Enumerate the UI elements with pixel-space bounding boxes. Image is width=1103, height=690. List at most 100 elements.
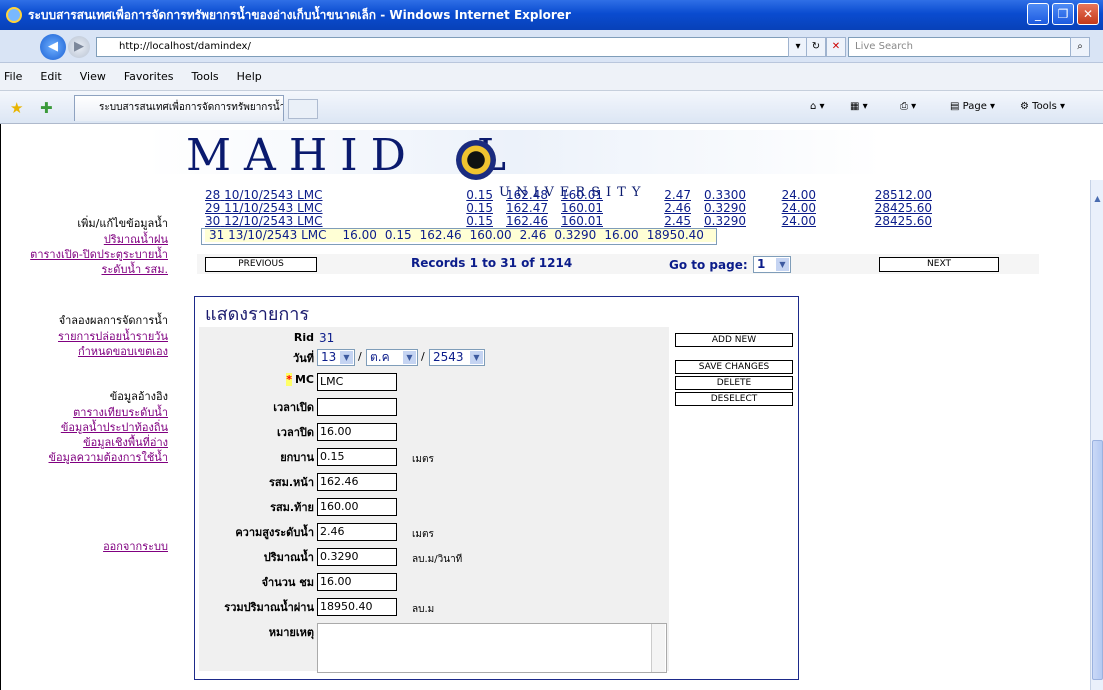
down-input[interactable]: 160.00 <box>317 498 397 516</box>
sidebar-head-reference: ข้อมูลอ้างอิง <box>109 390 168 403</box>
rid-label: Rid <box>293 331 314 344</box>
cell-no: 30 <box>205 214 221 228</box>
cell-total: 28425.60 <box>874 214 932 228</box>
height-unit: เมตร <box>412 529 434 540</box>
page-scrollbar[interactable]: ▲ <box>1090 180 1103 690</box>
menu-view[interactable]: View <box>80 70 106 83</box>
down-label: รสม.ท้าย <box>270 501 314 514</box>
forward-button[interactable]: ▶ <box>68 36 90 58</box>
record-form: แสดงรายการ Rid 31 วันที่ 13 ▼ / ต.ค ▼ / 25… <box>194 296 799 680</box>
menu-file[interactable]: File <box>4 70 22 83</box>
close-input[interactable]: 16.00 <box>317 423 397 441</box>
print-icon[interactable]: ⎙ ▾ <box>900 101 916 112</box>
menu-help[interactable]: Help <box>237 70 262 83</box>
height-input[interactable]: 2.46 <box>317 523 397 541</box>
search-input[interactable]: Live Search <box>848 37 1076 57</box>
menu-favorites[interactable]: Favorites <box>124 70 174 83</box>
date-sep: / <box>421 350 425 363</box>
open-input[interactable] <box>317 398 397 416</box>
page-menu-label: Page <box>962 101 987 112</box>
delete-button[interactable]: DELETE <box>675 376 793 390</box>
hours-input[interactable]: 16.00 <box>317 573 397 591</box>
scroll-thumb[interactable] <box>1092 440 1103 680</box>
date-sep: / <box>358 350 362 363</box>
month-select-value: ต.ค <box>370 350 390 364</box>
cell-close <box>406 202 461 215</box>
sidebar-item-logout[interactable]: ออกจากระบบ <box>0 539 168 554</box>
sidebar-item-water-demand[interactable]: ข้อมูลความต้องการใช้น้ำ <box>0 450 168 465</box>
favorites-star-icon[interactable]: ★ <box>10 99 23 117</box>
url-dropdown-icon[interactable]: ▾ <box>788 37 808 57</box>
cell-open <box>356 215 406 228</box>
goto-label: Go to page: <box>669 258 748 272</box>
minimize-button[interactable]: _ <box>1027 3 1049 25</box>
page-menu[interactable]: ▤ Page ▾ <box>950 101 995 112</box>
cell-open <box>330 229 339 242</box>
sidebar-item-local-water[interactable]: ข้อมูลน้ำประปาท้องถิ่น <box>0 420 168 435</box>
chevron-down-icon: ▼ <box>776 258 789 271</box>
sidebar-item-rain[interactable]: ปริมาณน้ำฝน <box>0 232 168 247</box>
gate-unit: เมตร <box>412 454 434 465</box>
add-favorites-icon[interactable]: ✚ <box>40 99 53 117</box>
sidebar-item-daily-release[interactable]: รายการปล่อยน้ำรายวัน <box>0 329 168 344</box>
next-button[interactable]: NEXT <box>879 257 999 272</box>
scroll-up-icon[interactable]: ▲ <box>1092 194 1103 204</box>
new-tab-button[interactable] <box>288 99 318 119</box>
up-input[interactable]: 162.46 <box>317 473 397 491</box>
cell-mc: LMC <box>301 228 327 242</box>
home-icon[interactable]: ⌂ ▾ <box>810 101 825 112</box>
url-field[interactable]: http://localhost/damindex/ <box>96 37 808 57</box>
cell-date: 12/10/2543 <box>224 214 294 228</box>
deselect-button[interactable]: DESELECT <box>675 392 793 406</box>
cell-mc: LMC <box>297 201 323 215</box>
table-row[interactable]: 30 12/10/2543 LMC 0.15 162.46 160.01 2.4… <box>201 215 1039 228</box>
chevron-down-icon: ▼ <box>470 351 483 364</box>
logo-text: MAHID <box>186 130 419 181</box>
height-label: ความสูงระดับน้ำ <box>235 526 314 539</box>
page-content: MAHID L UNIVERSITY เพิ่ม/แก้ไขข้อมูลน้ำ ป… <box>0 124 1103 690</box>
page-select[interactable]: 1 ▼ <box>753 256 791 273</box>
sidebar-item-spatial[interactable]: ข้อมูลเชิงพื้นที่อ่าง <box>0 435 168 450</box>
close-button[interactable]: ✕ <box>1077 3 1099 25</box>
cell-date: 10/10/2543 <box>224 188 294 202</box>
flow-input[interactable]: 0.3290 <box>317 548 397 566</box>
table-row-selected[interactable]: 31 13/10/2543 LMC 16.00 0.15 162.46 160.… <box>201 228 717 245</box>
cell-open <box>356 202 406 215</box>
previous-button[interactable]: PREVIOUS <box>205 257 317 272</box>
menu-tools[interactable]: Tools <box>192 70 219 83</box>
cell-q: 0.3290 <box>704 214 746 228</box>
refresh-icon[interactable]: ↻ <box>806 37 826 57</box>
year-select[interactable]: 2543 ▼ <box>429 349 485 366</box>
sidebar-item-custom-bounds[interactable]: กำหนดขอบเขตเอง <box>0 344 168 359</box>
total-unit: ลบ.ม <box>412 604 435 615</box>
search-icon[interactable]: ⌕ <box>1070 37 1090 57</box>
add-new-button[interactable]: ADD NEW <box>675 333 793 347</box>
note-scrollbar[interactable] <box>651 624 665 672</box>
page-select-value: 1 <box>757 257 766 271</box>
stop-icon[interactable]: ✕ <box>826 37 846 57</box>
flow-unit: ลบ.ม/วินาที <box>412 554 463 565</box>
menu-edit[interactable]: Edit <box>40 70 61 83</box>
month-select[interactable]: ต.ค ▼ <box>366 349 418 366</box>
mc-input[interactable]: LMC <box>317 373 397 391</box>
tab-current[interactable]: ระบบสารสนเทศเพื่อการจัดการทรัพยากรน้ำของ… <box>74 95 284 121</box>
total-input[interactable]: 18950.40 <box>317 598 397 616</box>
back-button[interactable]: ◀ <box>40 34 66 60</box>
sidebar-item-level-table[interactable]: ตารางเทียบระดับน้ำ <box>0 405 168 420</box>
save-changes-button[interactable]: SAVE CHANGES <box>675 360 793 374</box>
tools-menu[interactable]: ⚙ Tools ▾ <box>1020 101 1065 112</box>
cell-total: 18950.40 <box>642 229 708 242</box>
sidebar-item-water-level[interactable]: ระดับน้ำ รสม. <box>0 262 168 277</box>
tab-bar: ★ ✚ ระบบสารสนเทศเพื่อการจัดการทรัพยากรน้… <box>0 91 1103 124</box>
note-textarea[interactable] <box>317 623 667 673</box>
year-select-value: 2543 <box>433 350 464 364</box>
maximize-button[interactable]: ❐ <box>1052 3 1074 25</box>
cell-no: 31 <box>209 228 225 242</box>
gate-input[interactable]: 0.15 <box>317 448 397 466</box>
address-bar: ◀ ▶ http://localhost/damindex/ ▾ ↻ ✕ Liv… <box>0 30 1103 63</box>
sidebar-item-gate-table[interactable]: ตารางเปิด-ปิดประตูระบายน้ำ <box>0 247 168 262</box>
close-label: เวลาปิด <box>277 426 314 439</box>
day-select[interactable]: 13 ▼ <box>317 349 355 366</box>
feeds-icon[interactable]: ▦ ▾ <box>850 101 868 112</box>
required-icon: * <box>286 373 292 386</box>
